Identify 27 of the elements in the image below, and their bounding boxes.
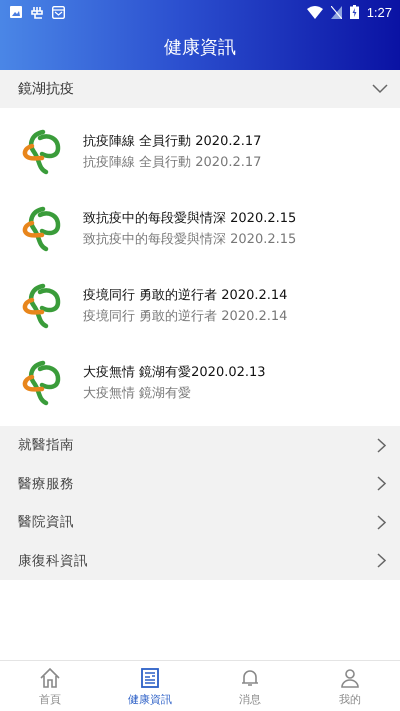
- image-icon: [10, 6, 22, 18]
- status-time: 1:27: [366, 4, 392, 20]
- document-icon: [138, 666, 162, 690]
- article-title[interactable]: 致抗疫中的每段愛與情深 2020.2.15: [83, 209, 296, 227]
- article-title[interactable]: 大疫無情 鏡湖有愛2020.02.13: [83, 363, 266, 381]
- article-title[interactable]: 疫境同行 勇敢的逆行者 2020.2.14: [83, 286, 288, 304]
- section-header[interactable]: 鏡湖抗疫: [0, 70, 400, 108]
- article-subtitle: 抗疫陣線 全員行動 2020.2.17: [83, 154, 262, 171]
- wifi-icon: [306, 6, 323, 18]
- chevron-right-icon: [377, 476, 386, 492]
- nav-tab[interactable]: 消息: [200, 661, 300, 711]
- inbox-icon: [52, 6, 65, 18]
- nav-tab[interactable]: 我的: [300, 661, 400, 711]
- bug-icon: [30, 5, 44, 19]
- nav-tab[interactable]: 首頁: [0, 661, 100, 711]
- no-signal-icon: [330, 6, 342, 18]
- article-subtitle: 致抗疫中的每段愛與情深 2020.2.15: [83, 231, 296, 248]
- article-subtitle: 疫境同行 勇敢的逆行者 2020.2.14: [83, 308, 288, 325]
- chevron-right-icon: [377, 553, 386, 568]
- battery-charging-icon: [350, 5, 359, 19]
- chevron-right-icon: [377, 438, 386, 453]
- article-title[interactable]: 抗疫陣線 全員行動 2020.2.17: [83, 132, 262, 150]
- chevron-right-icon: [377, 514, 386, 530]
- nav-tab[interactable]: 健康資訊: [100, 661, 200, 711]
- article-subtitle: 大疫無情 鏡湖有愛: [83, 385, 192, 402]
- home-icon: [38, 666, 62, 690]
- page-title: 健康資訊: [164, 36, 236, 59]
